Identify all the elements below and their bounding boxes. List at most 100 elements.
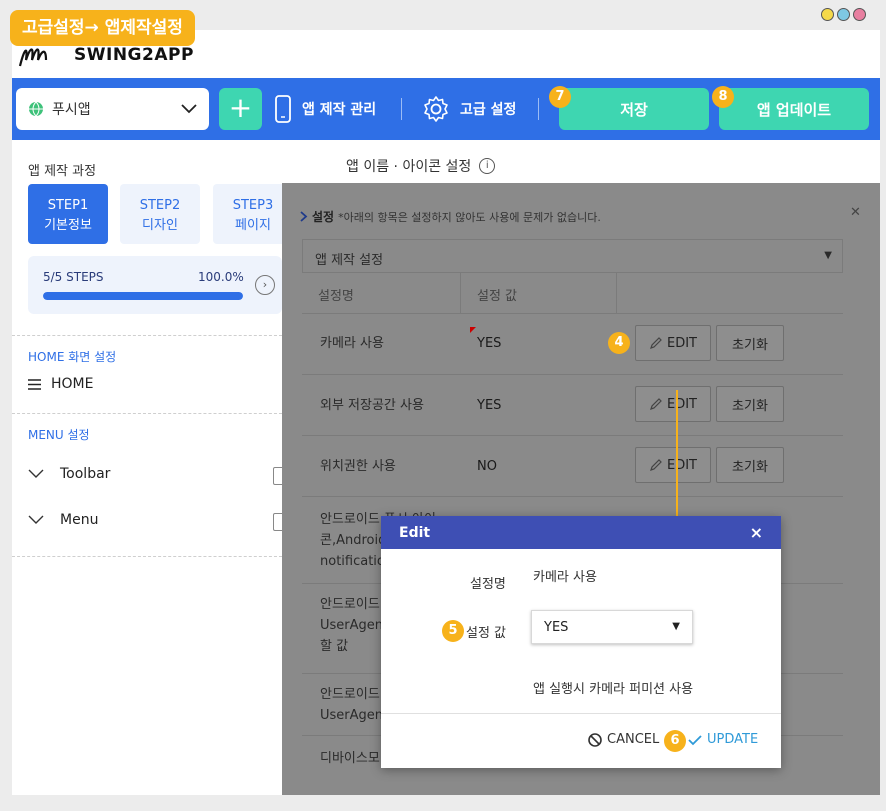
phone-icon xyxy=(275,95,291,123)
step-3-number: STEP3 xyxy=(232,198,274,213)
row-setting-name: 디바이스모 xyxy=(320,751,380,766)
edit-button-label: EDIT xyxy=(667,457,697,473)
update-button[interactable]: UPDATE xyxy=(688,732,758,747)
caret-down-icon: ▼ xyxy=(672,621,680,632)
step-badge-save: 7 xyxy=(549,86,571,108)
cancel-icon xyxy=(588,732,602,747)
nav-advanced-settings[interactable]: 고급 설정 xyxy=(422,88,516,130)
value-select[interactable]: YES ▼ xyxy=(531,610,693,644)
step-tab-3[interactable]: STEP3 페이지 xyxy=(213,184,293,244)
edit-modal: Edit × 설정명 카메라 사용 설정 값 5 YES ▼ 앱 실행시 카메라… xyxy=(381,516,781,768)
table-row: 외부 저장공간 사용 YES EDIT 초기화 xyxy=(302,374,843,435)
row-name-line: 안드로이드 xyxy=(320,687,380,702)
top-toolbar: 푸시앱 + 앱 제작 관리 고급 설정 저장 앱 업데이트 7 8 xyxy=(12,78,880,140)
reset-button[interactable]: 초기화 xyxy=(716,447,784,483)
step-badge-update: 8 xyxy=(712,86,734,108)
modal-description: 앱 실행시 카메라 퍼미션 사용 xyxy=(533,682,694,697)
caret-down-icon: ▼ xyxy=(824,250,832,261)
add-app-button[interactable]: + xyxy=(219,88,262,130)
sidebar-item-toolbar[interactable]: Toolbar xyxy=(28,466,110,482)
close-icon[interactable]: × xyxy=(750,523,763,542)
window-dot-blue[interactable] xyxy=(837,8,850,21)
modal-label-value: 설정 값 xyxy=(466,626,507,641)
chevron-down-icon xyxy=(28,469,44,478)
step-badge-edit: 4 xyxy=(608,332,630,354)
sidebar-item-home-label: HOME xyxy=(51,376,94,392)
page-title: 앱 이름 · 아이콘 설정 i xyxy=(346,156,496,176)
menu-section-title: MENU 설정 xyxy=(28,428,90,442)
nav-divider xyxy=(538,98,539,120)
value-select-label: YES xyxy=(544,620,569,635)
reset-button[interactable]: 초기화 xyxy=(716,325,784,361)
edit-button-label: EDIT xyxy=(667,396,697,412)
gear-icon xyxy=(424,96,448,122)
step-2-label: 디자인 xyxy=(142,218,178,233)
sidebar-item-toolbar-label: Toolbar xyxy=(60,466,111,482)
step-tab-2[interactable]: STEP2 디자인 xyxy=(120,184,200,244)
divider xyxy=(12,413,282,414)
nav-divider xyxy=(401,98,402,120)
app-update-button[interactable]: 앱 업데이트 xyxy=(719,88,869,130)
row-setting-name: 카메라 사용 xyxy=(320,336,384,351)
edit-button[interactable]: EDIT xyxy=(635,325,711,361)
globe-icon xyxy=(29,101,43,117)
step-badge-modal-update: 6 xyxy=(664,730,686,752)
app-selector-label: 푸시앱 xyxy=(52,102,91,118)
modal-label-name: 설정명 xyxy=(470,577,506,592)
reset-button[interactable]: 초기화 xyxy=(716,386,784,422)
row-name-line: 안드로이드 xyxy=(320,597,380,612)
edit-button[interactable]: EDIT xyxy=(635,386,711,422)
divider xyxy=(12,556,282,557)
pencil-icon xyxy=(650,459,662,471)
step-3-label: 페이지 xyxy=(235,218,271,233)
edit-button[interactable]: EDIT xyxy=(635,447,711,483)
cancel-button[interactable]: CANCEL xyxy=(588,732,659,747)
sidebar-item-menu[interactable]: Menu xyxy=(28,512,98,528)
save-button[interactable]: 저장 xyxy=(559,88,709,130)
chevron-right-circle-icon[interactable]: › xyxy=(255,275,275,295)
info-icon[interactable]: i xyxy=(479,158,496,174)
row-name-line: UserAgent xyxy=(320,618,389,633)
step-tab-1[interactable]: STEP1 기본정보 xyxy=(28,184,108,244)
chevron-down-icon xyxy=(181,104,197,114)
progress-bar-fill xyxy=(43,292,243,300)
sidebar-item-home[interactable]: HOME xyxy=(28,376,93,392)
sidebar: 앱 제작 과정 STEP1 기본정보 STEP2 디자인 STEP3 페이지 5… xyxy=(12,140,293,795)
row-setting-name: 위치권한 사용 xyxy=(320,459,396,474)
collapse-title: 앱 제작 설정 xyxy=(315,253,384,268)
nav-advanced-label: 고급 설정 xyxy=(460,102,517,118)
row-setting-name: 안드로이드 UserAgent 할 값 xyxy=(320,594,388,657)
column-header-actions xyxy=(616,273,826,313)
divider xyxy=(12,335,282,336)
nav-app-manage-label: 앱 제작 관리 xyxy=(302,102,377,118)
step-2-number: STEP2 xyxy=(139,198,181,213)
modal-setting-name-value: 카메라 사용 xyxy=(533,570,597,585)
modal-title: Edit xyxy=(399,524,431,541)
window-dot-pink[interactable] xyxy=(853,8,866,21)
table-row: 카메라 사용 YES EDIT 초기화 4 xyxy=(302,313,843,374)
modal-footer-divider xyxy=(381,713,781,714)
chevron-down-icon xyxy=(28,515,44,524)
step-1-number: STEP1 xyxy=(47,198,89,213)
check-icon xyxy=(688,734,702,745)
table-row: 위치권한 사용 NO EDIT 초기화 xyxy=(302,435,843,496)
edit-button-label: EDIT xyxy=(667,335,697,351)
row-setting-name: 안드로이드 UserAgent xyxy=(320,684,388,726)
cancel-button-label: CANCEL xyxy=(607,732,660,747)
sidebar-item-menu-label: Menu xyxy=(60,512,99,528)
step-badge-value: 5 xyxy=(442,620,464,642)
close-icon[interactable]: ✕ xyxy=(850,205,861,220)
nav-app-manage[interactable]: 앱 제작 관리 xyxy=(274,88,376,130)
row-setting-value: YES xyxy=(477,336,502,351)
page-title-text: 앱 이름 · 아이콘 설정 xyxy=(346,159,472,175)
hamburger-icon xyxy=(28,378,41,390)
modal-header: Edit × xyxy=(381,516,781,549)
update-button-label: UPDATE xyxy=(707,732,759,747)
app-selector[interactable]: 푸시앱 xyxy=(16,88,209,130)
app-build-settings-collapse[interactable]: 앱 제작 설정 ▼ xyxy=(302,239,843,273)
window-dot-yellow[interactable] xyxy=(821,8,834,21)
home-section-title: HOME 화면 설정 xyxy=(28,350,117,364)
progress-card: 5/5 STEPS 100.0% › xyxy=(28,256,282,314)
logo-text: SWING2APP xyxy=(74,45,194,65)
pencil-icon xyxy=(650,398,662,410)
